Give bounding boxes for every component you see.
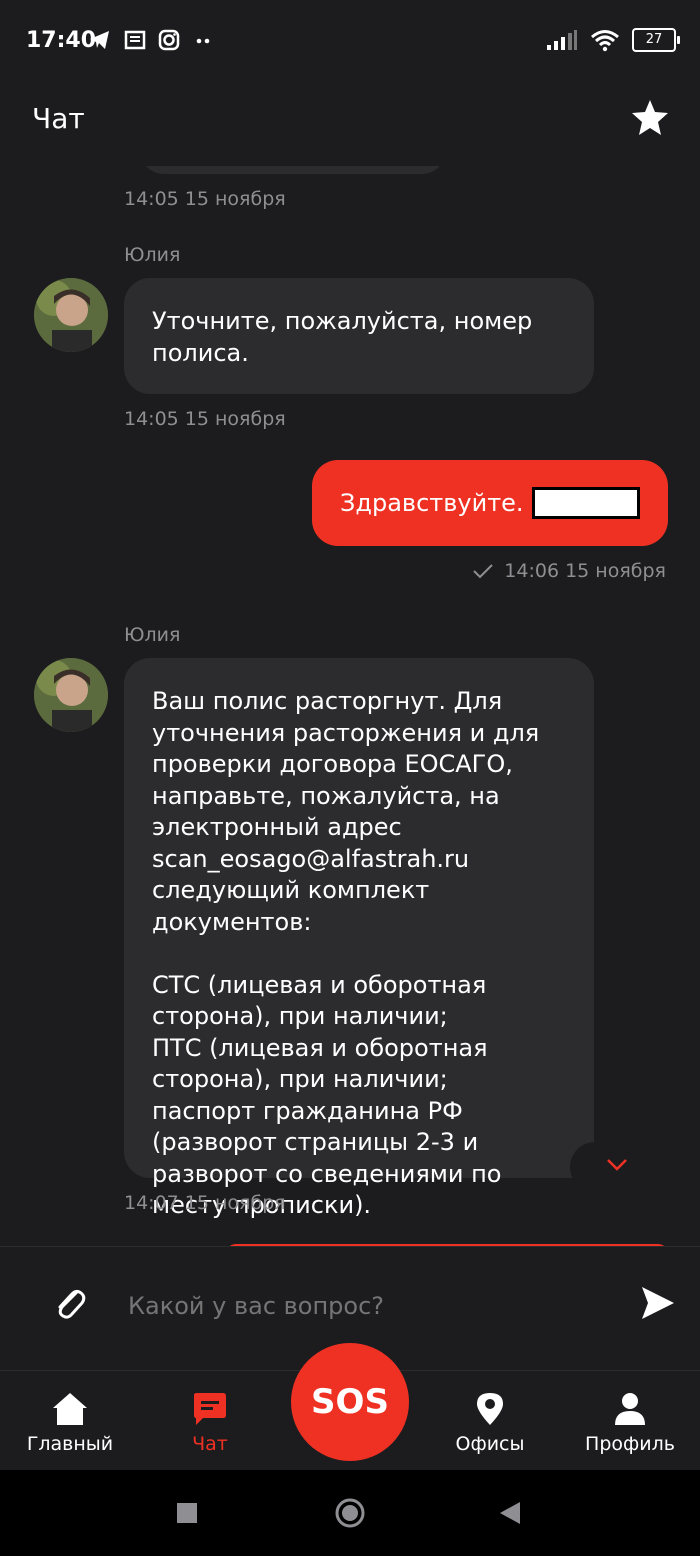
checkmark-icon: [473, 564, 494, 579]
nav-chat-label: Чат: [192, 1433, 228, 1455]
back-button[interactable]: [498, 1500, 522, 1526]
status-time: 17:40: [26, 28, 97, 53]
avatar: [34, 278, 108, 352]
message-timestamp: 14:05 15 ноября: [124, 188, 286, 210]
redacted-text: [531, 487, 640, 519]
news-icon: [124, 30, 146, 50]
more-dots-icon: [196, 38, 210, 44]
chat-icon: [194, 1393, 226, 1425]
message-input[interactable]: [126, 1275, 600, 1337]
scroll-down-button[interactable]: [570, 1142, 664, 1192]
message-status: 14:06 15 ноября: [472, 560, 666, 582]
incoming-message: Уточните, пожалуйста, номер полиса.: [124, 278, 594, 394]
avatar: [34, 658, 108, 732]
incoming-message: Ваш полис расторгнут. Для уточнения раст…: [124, 658, 594, 1219]
system-indicators: 27: [546, 28, 680, 52]
sender-name: Юлия: [124, 624, 181, 646]
location-pin-icon: [477, 1393, 503, 1425]
chat-messages[interactable]: 14:05 15 ноября Юлия Уточните, пожалуйст…: [0, 166, 700, 1246]
signal-icon: [547, 30, 577, 50]
battery-indicator: 27: [632, 28, 680, 52]
chevron-down-icon: [607, 1159, 627, 1171]
message-timestamp: 14:07 15 ноября: [124, 1192, 286, 1214]
wifi-icon: [591, 30, 619, 52]
attach-icon[interactable]: [50, 1283, 90, 1323]
telegram-icon: [90, 31, 109, 49]
nav-home-label: Главный: [26, 1433, 114, 1455]
nav-offices-label: Офисы: [455, 1433, 525, 1455]
sender-name: Юлия: [124, 244, 181, 266]
profile-icon: [615, 1393, 645, 1425]
message-timestamp: 14:06 15 ноября: [504, 560, 666, 582]
instagram-icon: [158, 29, 180, 51]
home-button[interactable]: [334, 1497, 366, 1529]
outgoing-message-text: Здравствуйте.: [340, 489, 524, 517]
previous-message-bubble: [140, 166, 446, 174]
nav-offices[interactable]: Офисы: [430, 1391, 550, 1455]
message-timestamp: 14:05 15 ноября: [124, 408, 286, 430]
sos-button[interactable]: SOS: [291, 1343, 409, 1461]
outgoing-message: Здравствуйте.: [312, 460, 668, 546]
send-icon[interactable]: [638, 1283, 678, 1323]
nav-profile-label: Профиль: [585, 1433, 675, 1455]
page-title: Чат: [32, 102, 85, 135]
home-icon: [53, 1393, 87, 1425]
nav-profile[interactable]: Профиль: [570, 1391, 690, 1455]
nav-chat[interactable]: Чат: [150, 1391, 270, 1455]
star-icon[interactable]: [630, 98, 670, 138]
chat-header: Чат: [0, 66, 700, 166]
recent-apps-button[interactable]: [176, 1502, 198, 1524]
status-bar: 17:40 27: [0, 0, 700, 66]
notification-icons: [88, 28, 214, 52]
system-navigation-bar: [0, 1470, 700, 1556]
nav-home[interactable]: Главный: [10, 1391, 130, 1455]
